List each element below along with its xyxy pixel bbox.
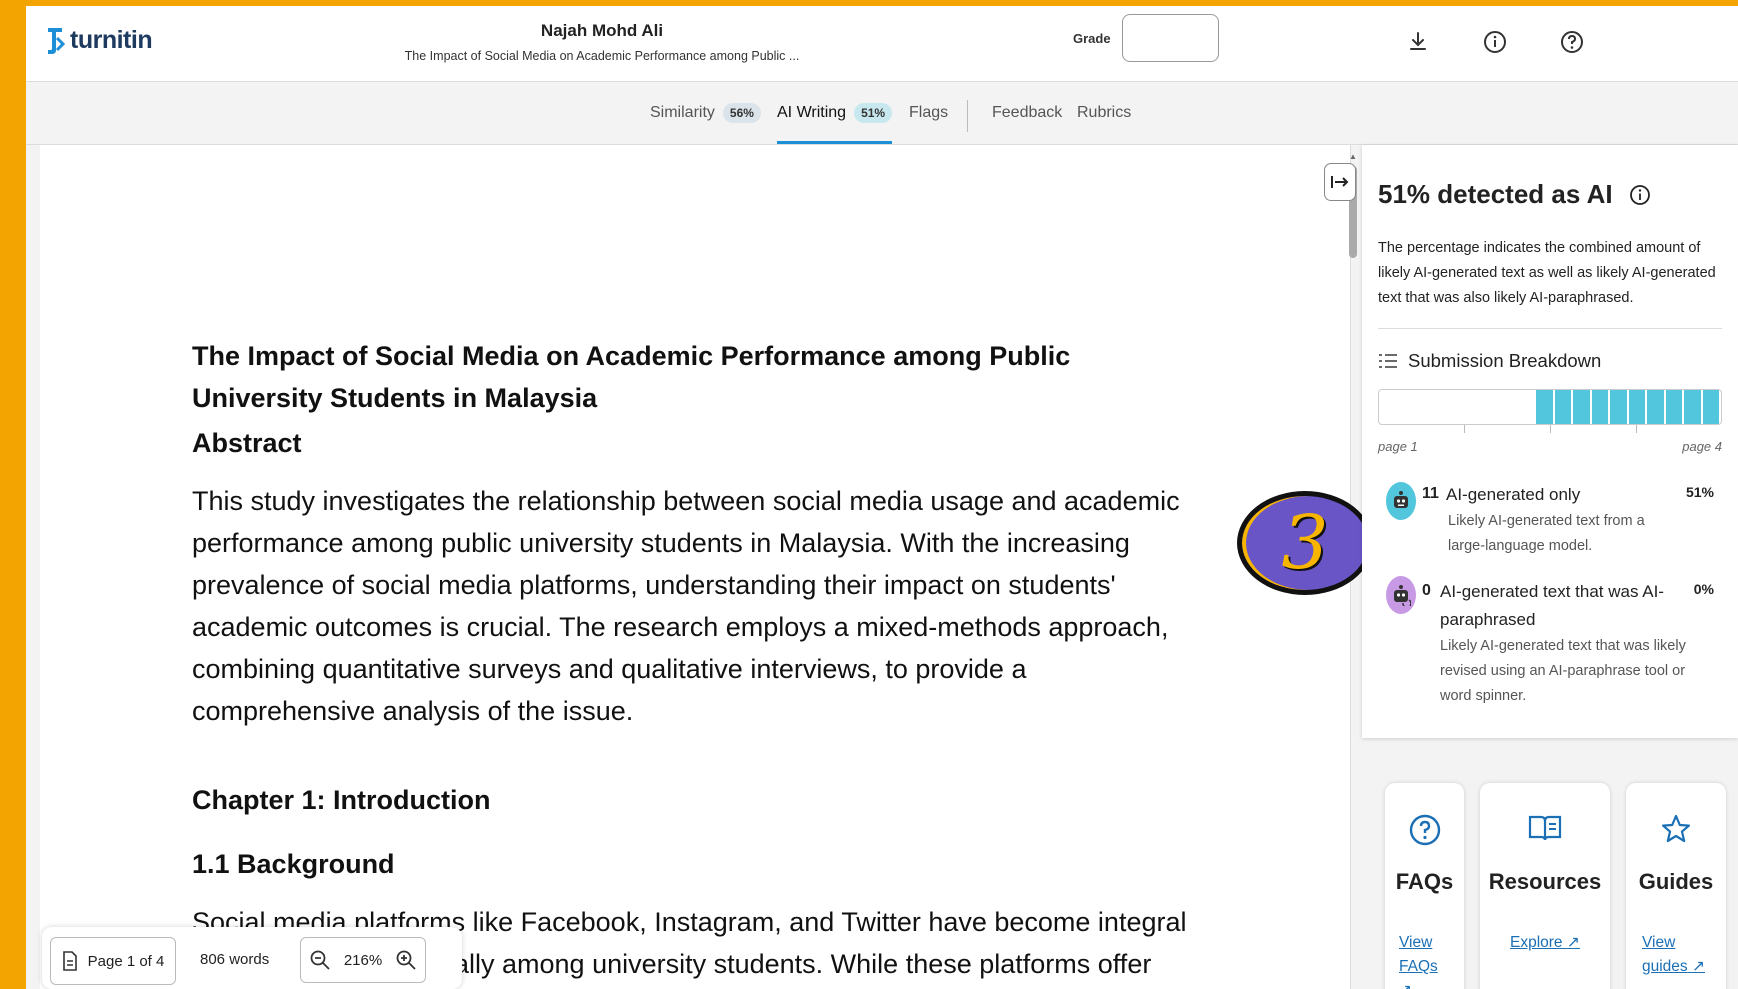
chapter-heading: Chapter 1: Introduction: [192, 785, 491, 815]
tab-label: Similarity: [650, 104, 715, 121]
resources-card[interactable]: Resources Explore ↗: [1480, 783, 1610, 989]
submission-breakdown-bar[interactable]: [1378, 389, 1722, 425]
ai-segment[interactable]: [1684, 390, 1701, 424]
ai-detection-panel: 51% detected as AI The percentage indica…: [1362, 145, 1738, 738]
ai-paraphrased-percent: 0%: [1693, 581, 1714, 597]
info-icon[interactable]: [1629, 184, 1651, 206]
external-link-icon: ↗: [1692, 958, 1705, 975]
ai-segment[interactable]: [1665, 390, 1682, 424]
grade-input[interactable]: [1122, 14, 1219, 62]
star-icon: [1626, 813, 1726, 845]
ai-segment[interactable]: [1554, 390, 1571, 424]
document-viewer[interactable]: The Impact of Social Media on Academic P…: [40, 145, 1351, 989]
guides-card[interactable]: Guides View guides ↗: [1626, 783, 1726, 989]
divider: [1378, 328, 1722, 329]
breakdown-title: Submission Breakdown: [1408, 350, 1602, 371]
zoom-in-icon[interactable]: [395, 949, 417, 971]
view-guides-link[interactable]: View guides ↗: [1642, 931, 1712, 979]
word-count: 806 words: [200, 951, 270, 968]
abstract-heading: Abstract: [192, 428, 302, 458]
tab-flags[interactable]: Flags: [909, 82, 948, 144]
help-icon[interactable]: [1558, 28, 1586, 56]
faqs-title: FAQs: [1395, 869, 1454, 894]
ai-score-heading: 51% detected as AI: [1378, 179, 1651, 210]
link-text: View FAQs: [1399, 934, 1438, 975]
ai-segment[interactable]: [1628, 390, 1645, 424]
body-text-line: ally among university students. While th…: [454, 949, 1152, 979]
step-number-badge: 3: [1237, 491, 1373, 595]
grade-label: Grade: [1073, 31, 1111, 46]
zoom-controls: 216%: [300, 937, 426, 983]
submission-title: The Impact of Social Media on Academic P…: [404, 49, 800, 63]
page-tick: [1636, 425, 1637, 433]
tab-label: AI Writing: [777, 104, 847, 121]
ai-paraphrased-count: 0: [1422, 582, 1431, 599]
ai-robot-icon: [1386, 482, 1416, 520]
ai-segment[interactable]: [1647, 390, 1664, 424]
tab-ai-writing[interactable]: AI Writing 51%: [777, 82, 893, 144]
ai-generated-label: AI-generated only: [1446, 485, 1581, 504]
ai-paraphrased-label: AI-generated text that was AI-paraphrase…: [1440, 582, 1664, 629]
report-tabs: Similarity 56% AI Writing 51% Flags Feed…: [26, 82, 1738, 145]
tab-label: Rubrics: [1077, 104, 1132, 121]
ai-score-title: 51% detected as AI: [1378, 179, 1613, 209]
question-icon: [1385, 813, 1464, 847]
tab-divider: [967, 100, 968, 132]
zoom-level: 216%: [343, 951, 383, 969]
resources-title: Resources: [1488, 869, 1602, 894]
ai-segment[interactable]: [1702, 390, 1719, 424]
download-icon[interactable]: [1404, 28, 1432, 56]
page-selector[interactable]: Page 1 of 4: [50, 937, 176, 985]
section-heading: 1.1 Background: [192, 849, 395, 879]
explore-link[interactable]: Explore ↗: [1510, 931, 1600, 955]
link-text: View guides: [1642, 934, 1688, 975]
page-toolbar: Page 1 of 4 806 words 216%: [42, 927, 462, 989]
external-link-icon: ↗: [1566, 934, 1580, 951]
external-link-icon: ↗: [1399, 982, 1412, 989]
tab-feedback[interactable]: Feedback: [992, 82, 1062, 144]
guides-title: Guides: [1638, 869, 1714, 894]
ai-segment[interactable]: [1591, 390, 1608, 424]
ai-paraphrase-robot-icon: [1386, 576, 1416, 614]
page-start-label: page 1: [1378, 439, 1418, 454]
page-tick: [1464, 425, 1465, 433]
page-end-label: page 4: [1682, 439, 1722, 454]
top-header: turnitin Najah Mohd Ali The Impact of So…: [26, 6, 1738, 82]
info-icon[interactable]: [1481, 28, 1509, 56]
similarity-badge: 56%: [722, 103, 761, 123]
ai-paraphrased-desc: Likely AI-generated text that was likely…: [1440, 638, 1686, 704]
page-label: Page 1 of 4: [87, 952, 165, 970]
collapse-panel-icon: [1331, 176, 1349, 188]
document-icon: [62, 951, 77, 971]
ai-score-description: The percentage indicates the combined am…: [1378, 240, 1716, 306]
ai-writing-badge: 51%: [854, 103, 893, 123]
step-number: 3: [1281, 500, 1329, 586]
ai-segment[interactable]: [1536, 390, 1553, 424]
abstract-text: This study investigates the relationship…: [192, 486, 1180, 726]
tab-label: Feedback: [992, 104, 1063, 121]
list-icon: [1379, 354, 1397, 368]
tab-similarity[interactable]: Similarity 56%: [650, 82, 761, 144]
page-tick: [1550, 425, 1551, 433]
zoom-out-icon[interactable]: [309, 949, 331, 971]
tab-label: Flags: [909, 104, 949, 121]
ai-segment[interactable]: [1573, 390, 1590, 424]
author-name: Najah Mohd Ali: [540, 21, 664, 40]
tab-rubrics[interactable]: Rubrics: [1077, 82, 1131, 144]
collapse-panel-button[interactable]: [1324, 163, 1356, 201]
scroll-up-icon[interactable]: ▲: [1349, 152, 1357, 161]
ai-generated-desc: Likely AI-generated text from a large-la…: [1448, 513, 1645, 554]
submission-breakdown-heading: Submission Breakdown: [1378, 350, 1601, 372]
ai-generated-percent: 51%: [1685, 484, 1714, 500]
ai-segment[interactable]: [1610, 390, 1627, 424]
paper-title: The Impact of Social Media on Academic P…: [192, 341, 1071, 413]
faqs-card[interactable]: FAQs View FAQs ↗: [1385, 783, 1464, 989]
view-faqs-link[interactable]: View FAQs ↗: [1399, 931, 1439, 989]
turnitin-app: turnitin Najah Mohd Ali The Impact of So…: [26, 6, 1738, 989]
link-text: Explore: [1510, 934, 1563, 951]
ai-generated-count: 11: [1422, 485, 1439, 502]
book-icon: [1480, 813, 1610, 843]
